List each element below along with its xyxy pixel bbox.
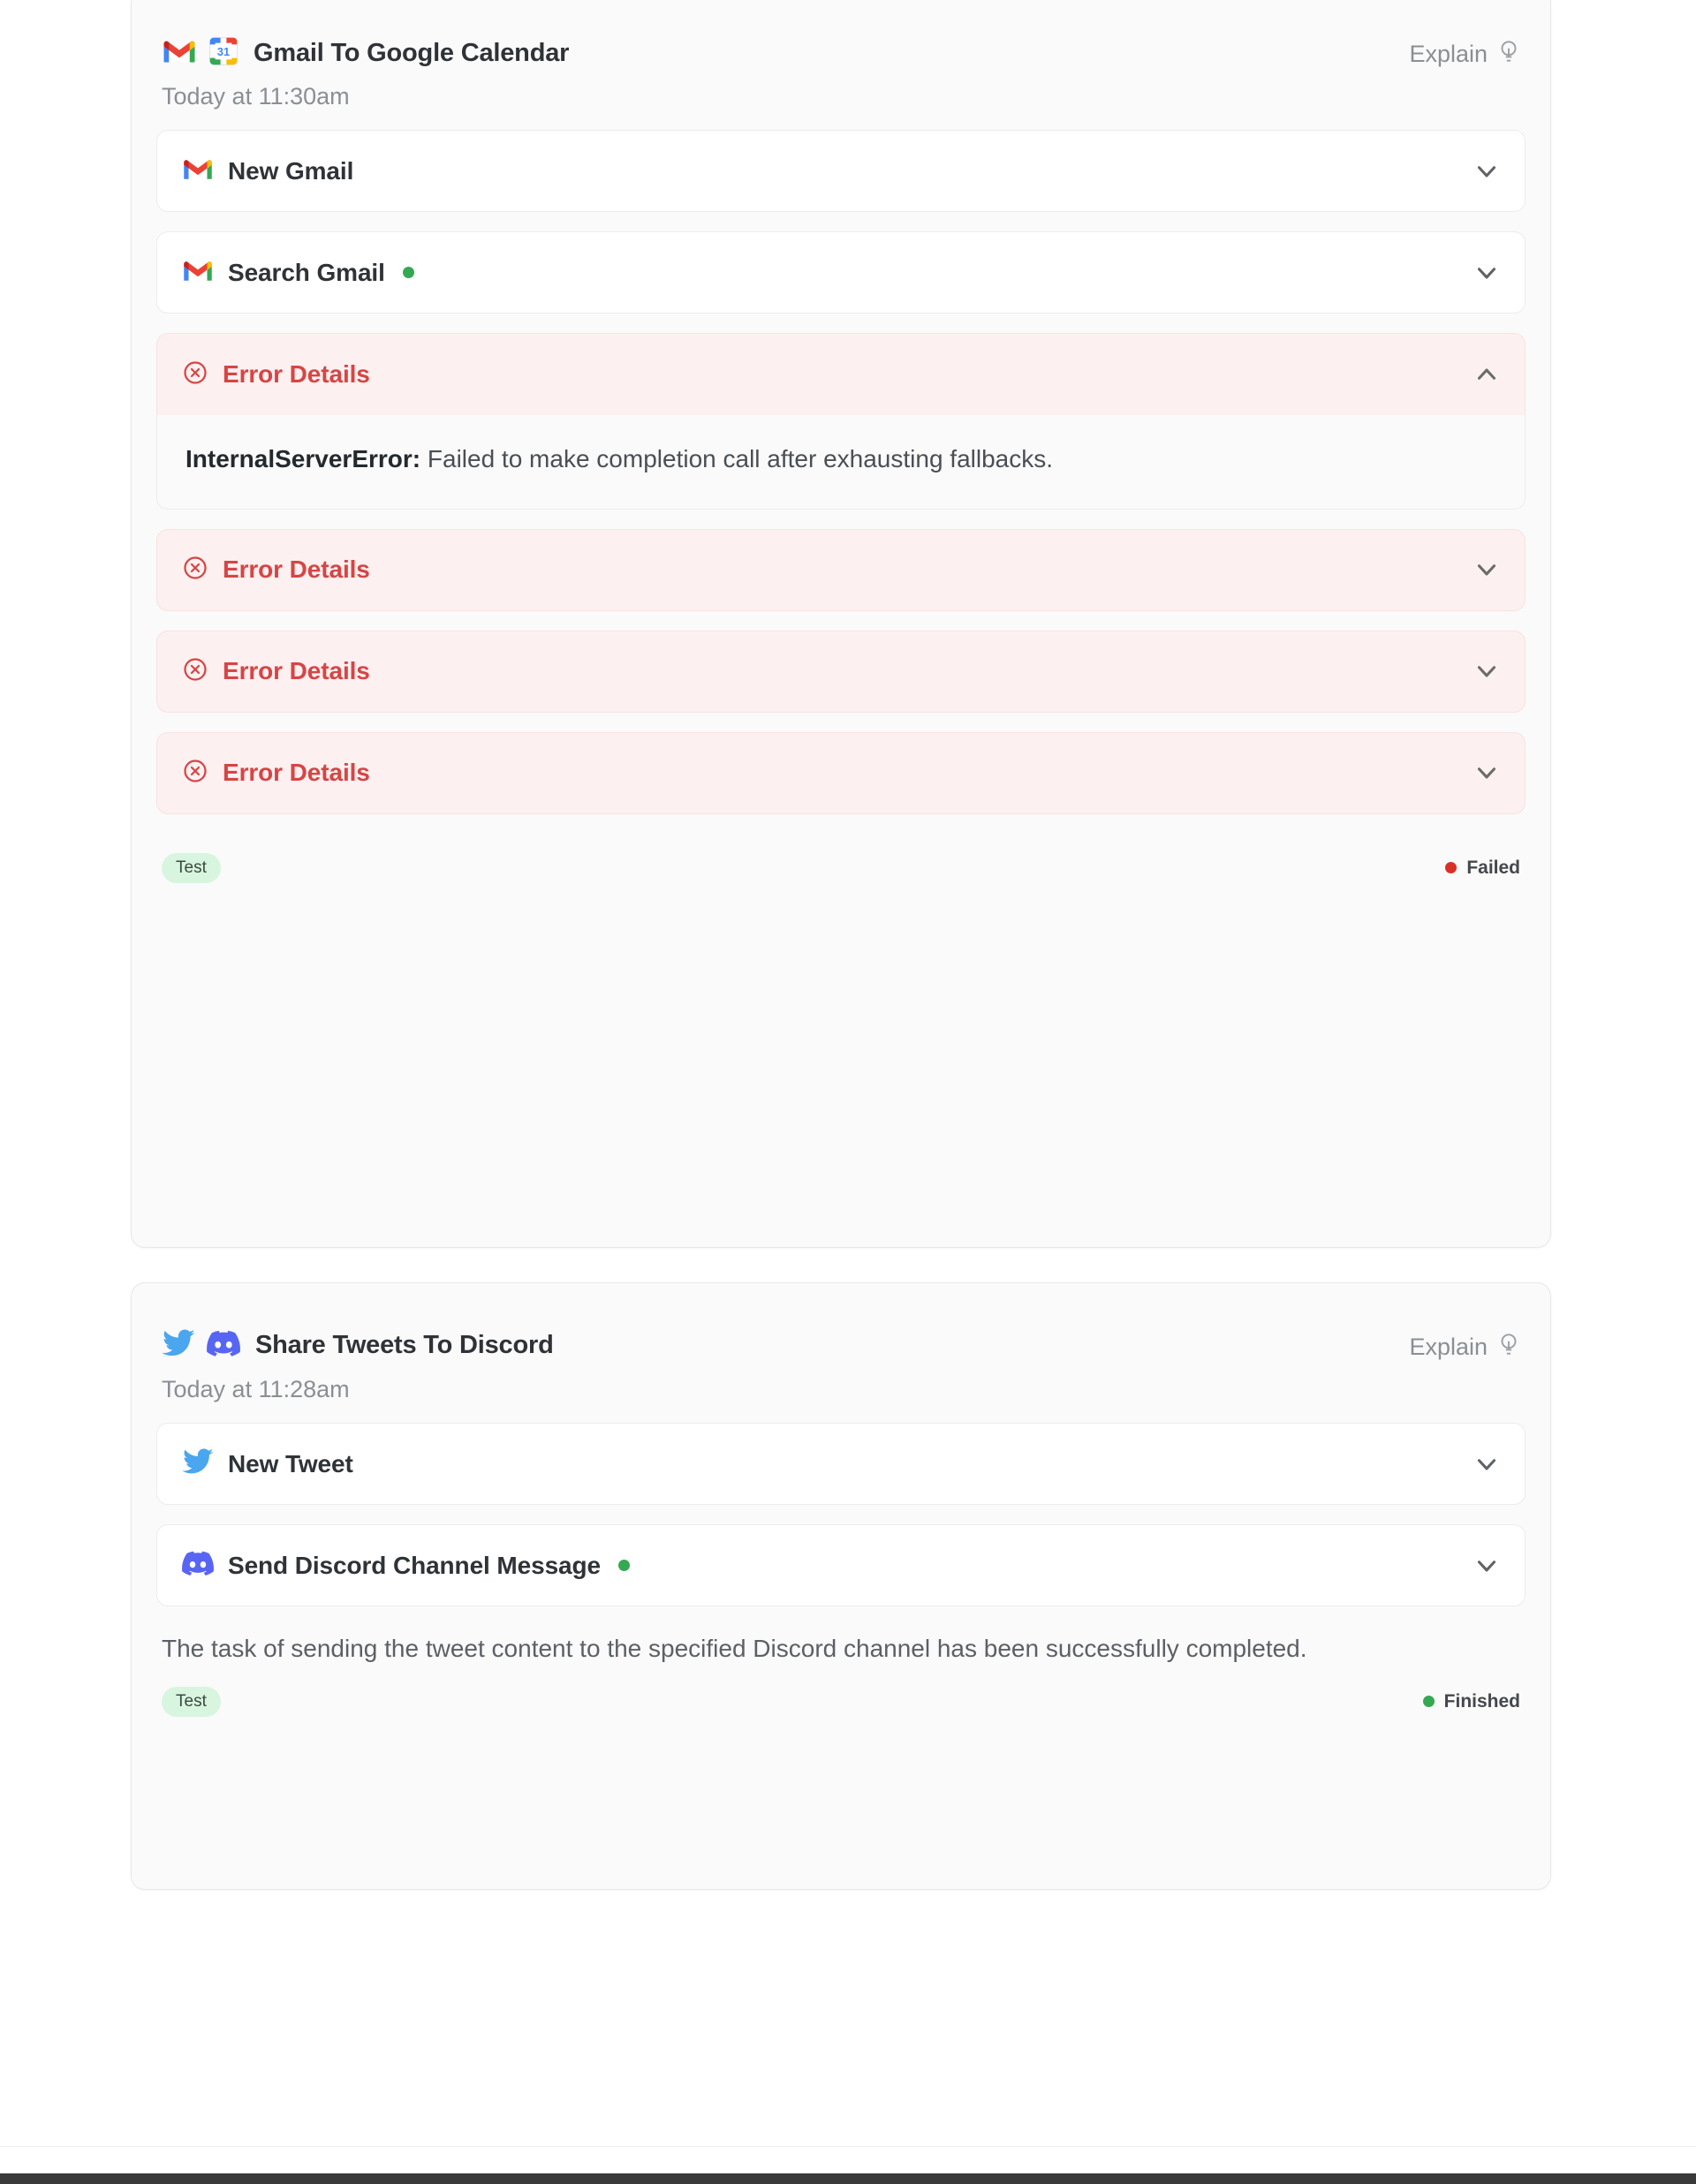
- step-label: New Gmail: [228, 157, 353, 185]
- chevron-down-icon[interactable]: [1472, 1551, 1502, 1581]
- step-label: Search Gmail: [228, 259, 385, 287]
- bottom-dark-strip: [0, 2173, 1696, 2184]
- error-details-row[interactable]: Error Details: [156, 333, 1526, 415]
- error-details-row[interactable]: Error Details: [156, 529, 1526, 611]
- card-footer: Test Failed: [132, 834, 1550, 883]
- step-list: New Tweet Send Discord Channel Message: [132, 1403, 1550, 1606]
- step-status-dot: [618, 1560, 630, 1571]
- window-bottom-chrome: [0, 2146, 1696, 2184]
- step-row[interactable]: New Gmail: [156, 130, 1526, 212]
- step-row[interactable]: Send Discord Channel Message: [156, 1524, 1526, 1606]
- explain-label: Explain: [1409, 41, 1488, 68]
- run-card-gmail-to-google-calendar[interactable]: 31 Gmail To Google Calendar Explain: [131, 0, 1551, 1248]
- twitter-icon: [162, 1329, 195, 1362]
- step-label: Send Discord Channel Message: [228, 1552, 601, 1580]
- chevron-up-icon[interactable]: [1472, 359, 1502, 389]
- card-title-wrap: 31 Gmail To Google Calendar: [162, 36, 569, 71]
- discord-icon: [207, 1330, 240, 1361]
- discord-icon: [182, 1551, 214, 1580]
- chevron-down-icon[interactable]: [1472, 258, 1502, 288]
- status-dot-failed: [1445, 862, 1457, 873]
- page-root: 31 Gmail To Google Calendar Explain: [0, 0, 1696, 2184]
- explain-button[interactable]: Explain: [1409, 1329, 1520, 1364]
- svg-text:31: 31: [217, 45, 230, 58]
- error-details-row[interactable]: Error Details: [156, 732, 1526, 814]
- page-title: Share Tweets To Discord: [255, 1331, 554, 1360]
- error-message: Failed to make completion call after exh…: [420, 445, 1053, 472]
- app-icon-group: 31: [162, 36, 238, 71]
- lightbulb-icon: [1497, 38, 1520, 71]
- status-badge-test: Test: [162, 853, 221, 883]
- step-row[interactable]: Search Gmail: [156, 231, 1526, 314]
- run-status: Finished: [1423, 1691, 1520, 1712]
- card-footer: Test Finished: [132, 1667, 1550, 1717]
- step-left: Error Details: [182, 656, 370, 687]
- explain-button[interactable]: Explain: [1409, 36, 1520, 71]
- chevron-down-icon[interactable]: [1472, 758, 1502, 788]
- card-header: 31 Gmail To Google Calendar Explain: [132, 0, 1550, 71]
- run-card-share-tweets-to-discord[interactable]: Share Tweets To Discord Explain Today at…: [131, 1282, 1551, 1890]
- step-row[interactable]: New Tweet: [156, 1423, 1526, 1505]
- status-badge-test: Test: [162, 1687, 221, 1717]
- run-timestamp: Today at 11:30am: [132, 71, 1550, 110]
- step-left: Error Details: [182, 758, 370, 789]
- run-status-label: Finished: [1444, 1691, 1520, 1712]
- error-type: InternalServerError:: [186, 445, 420, 472]
- step-label: Error Details: [223, 657, 370, 685]
- step-label: Error Details: [223, 759, 370, 787]
- error-circle-icon: [182, 555, 208, 586]
- step-left: Search Gmail: [182, 259, 414, 287]
- lightbulb-icon: [1497, 1331, 1520, 1364]
- error-circle-icon: [182, 758, 208, 789]
- chevron-down-icon[interactable]: [1472, 156, 1502, 186]
- chevron-down-icon[interactable]: [1472, 656, 1502, 686]
- step-label: New Tweet: [228, 1450, 353, 1478]
- chevron-down-icon[interactable]: [1472, 555, 1502, 585]
- run-status: Failed: [1445, 858, 1520, 879]
- step-status-dot: [403, 267, 414, 278]
- step-label: Error Details: [223, 555, 370, 584]
- error-circle-icon: [182, 656, 208, 687]
- status-dot-finished: [1423, 1696, 1435, 1707]
- run-timestamp: Today at 11:28am: [132, 1364, 1550, 1403]
- gmail-icon: [162, 38, 197, 69]
- card-title-wrap: Share Tweets To Discord: [162, 1329, 554, 1362]
- error-details-row[interactable]: Error Details: [156, 631, 1526, 713]
- step-list: New Gmail: [132, 110, 1550, 814]
- step-left: Send Discord Channel Message: [182, 1551, 630, 1580]
- app-icon-group: [162, 1329, 240, 1362]
- gmail-icon: [182, 259, 214, 287]
- step-left: New Gmail: [182, 157, 353, 185]
- run-status-label: Failed: [1466, 858, 1520, 879]
- error-circle-icon: [182, 359, 208, 390]
- step-left: New Tweet: [182, 1448, 353, 1479]
- run-result-text: The task of sending the tweet content to…: [132, 1626, 1550, 1667]
- google-calendar-icon: 31: [208, 36, 238, 71]
- twitter-icon: [182, 1448, 214, 1479]
- gmail-icon: [182, 157, 214, 185]
- step-label: Error Details: [223, 360, 370, 389]
- runs-scroll-area[interactable]: 31 Gmail To Google Calendar Explain: [0, 0, 1696, 2146]
- error-details-body: InternalServerError: Failed to make comp…: [156, 415, 1526, 510]
- card-header: Share Tweets To Discord Explain: [132, 1283, 1550, 1364]
- chevron-down-icon[interactable]: [1472, 1449, 1502, 1479]
- page-title: Gmail To Google Calendar: [254, 39, 569, 68]
- step-left: Error Details: [182, 555, 370, 586]
- step-left: Error Details: [182, 359, 370, 390]
- explain-label: Explain: [1409, 1334, 1488, 1361]
